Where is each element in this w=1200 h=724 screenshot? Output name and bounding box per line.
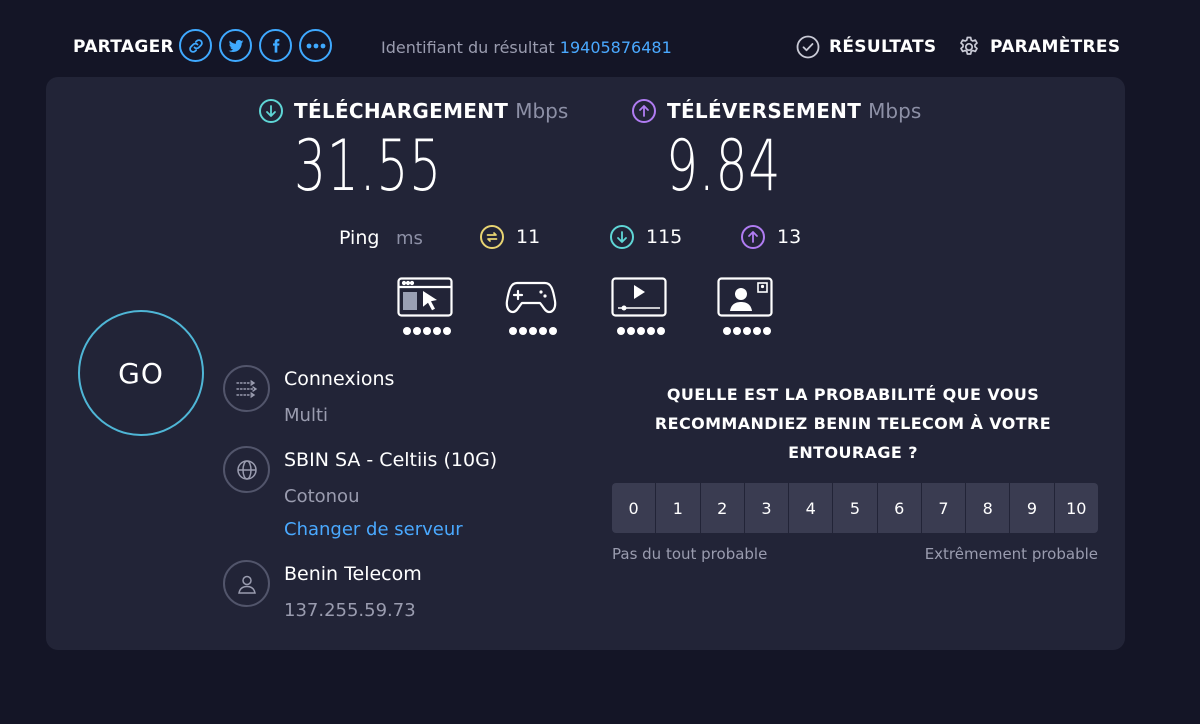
survey-question-line-1: QUELLE EST LA PROBABILITÉ QUE VOUS: [666, 385, 1040, 404]
video-call-icon: [717, 277, 773, 317]
video-call-quality[interactable]: [717, 277, 777, 335]
upload-arrow-icon: [632, 99, 656, 123]
nps-option-8[interactable]: 8: [966, 483, 1010, 533]
results-label: RÉSULTATS: [829, 37, 937, 57]
nps-option-7[interactable]: 7: [921, 483, 966, 533]
nps-option-2[interactable]: 2: [700, 483, 744, 533]
rating-dots: [503, 327, 563, 335]
share-label: PARTAGER: [73, 37, 174, 57]
nps-option-6[interactable]: 6: [877, 483, 921, 533]
ping-idle[interactable]: 11: [480, 225, 540, 249]
share-more-button[interactable]: [299, 29, 332, 62]
share-link-button[interactable]: [179, 29, 212, 62]
result-id: Identifiant du résultat 19405876481: [381, 38, 672, 57]
nps-scale: 0 1 2 3 4 5 6 7 8 9 10: [612, 483, 1098, 533]
gaming-quality[interactable]: [503, 277, 563, 335]
video-streaming-icon: [611, 277, 667, 317]
upload-metric: TÉLÉVERSEMENT Mbps: [632, 99, 921, 123]
nps-option-0[interactable]: 0: [612, 483, 656, 533]
video-streaming-quality[interactable]: [611, 277, 671, 335]
download-unit: Mbps: [515, 99, 569, 123]
settings-button[interactable]: PARAMÈTRES: [957, 35, 1120, 59]
rating-dots: [717, 327, 777, 335]
result-id-label: Identifiant du résultat: [381, 38, 555, 57]
download-title: TÉLÉCHARGEMENT: [294, 99, 509, 123]
rating-dots: [397, 327, 457, 335]
upload-unit: Mbps: [868, 99, 922, 123]
nps-option-10[interactable]: 10: [1054, 483, 1098, 533]
server-location: Cotonou: [284, 486, 360, 507]
ping-unit: ms: [396, 228, 423, 249]
nps-option-9[interactable]: 9: [1010, 483, 1054, 533]
globe-icon: [223, 446, 270, 493]
go-button[interactable]: GO: [78, 310, 204, 436]
gear-icon: [960, 36, 978, 55]
survey-question-line-2: RECOMMANDIEZ BENIN TELECOM À VOTRE: [654, 414, 1052, 433]
ping-row: Ping ms 11 115 13: [46, 225, 1125, 253]
result-id-value[interactable]: 19405876481: [560, 38, 672, 57]
ping-idle-value: 11: [516, 226, 541, 248]
user-icon: [223, 560, 270, 607]
upload-latency-icon: [741, 225, 765, 249]
result-panel: TÉLÉCHARGEMENT Mbps 31.55 TÉLÉVERSEMENT …: [46, 77, 1125, 650]
change-server-link[interactable]: Changer de serveur: [284, 519, 463, 540]
connections-title: Connexions: [284, 368, 395, 390]
provider-ip: 137.255.59.73: [284, 600, 416, 621]
facebook-icon: [272, 38, 279, 53]
survey-question-line-3: ENTOURAGE ?: [788, 443, 918, 462]
survey-question: QUELLE EST LA PROBABILITÉ QUE VOUS RECOM…: [608, 380, 1098, 467]
download-value: 31.55: [294, 125, 442, 207]
download-metric: TÉLÉCHARGEMENT Mbps: [259, 99, 568, 123]
nps-option-4[interactable]: 4: [789, 483, 833, 533]
rating-dots: [611, 327, 671, 335]
download-arrow-icon: [259, 99, 283, 123]
web-browsing-icon: [397, 277, 453, 317]
results-button[interactable]: RÉSULTATS: [796, 35, 936, 59]
provider-name: Benin Telecom: [284, 563, 422, 585]
twitter-icon: [228, 39, 243, 52]
ping-label: Ping: [339, 227, 380, 249]
check-circle-icon: [796, 35, 820, 59]
upload-title: TÉLÉVERSEMENT: [667, 99, 862, 123]
nps-option-3[interactable]: 3: [744, 483, 789, 533]
ping-download[interactable]: 115: [610, 225, 682, 249]
connections-icon: [223, 365, 270, 412]
more-icon: [306, 43, 325, 48]
web-browsing-quality[interactable]: [397, 277, 457, 335]
server-name: SBIN SA - Celtiis (10G): [284, 449, 498, 471]
gaming-icon: [505, 281, 557, 314]
share-facebook-button[interactable]: [259, 29, 292, 62]
ping-upload[interactable]: 13: [741, 225, 801, 249]
ping-download-value: 115: [646, 226, 683, 248]
settings-label: PARAMÈTRES: [990, 37, 1121, 57]
download-latency-icon: [610, 225, 634, 249]
connections-value[interactable]: Multi: [284, 405, 328, 426]
share-twitter-button[interactable]: [219, 29, 252, 62]
ping-upload-value: 13: [777, 226, 802, 248]
nps-high-label: Extrêmement probable: [924, 545, 1098, 563]
link-icon: [188, 38, 203, 53]
upload-value: 9.84: [666, 125, 782, 207]
nps-option-1[interactable]: 1: [656, 483, 700, 533]
nps-option-5[interactable]: 5: [833, 483, 877, 533]
idle-latency-icon: [480, 225, 504, 249]
nps-low-label: Pas du tout probable: [612, 545, 768, 563]
